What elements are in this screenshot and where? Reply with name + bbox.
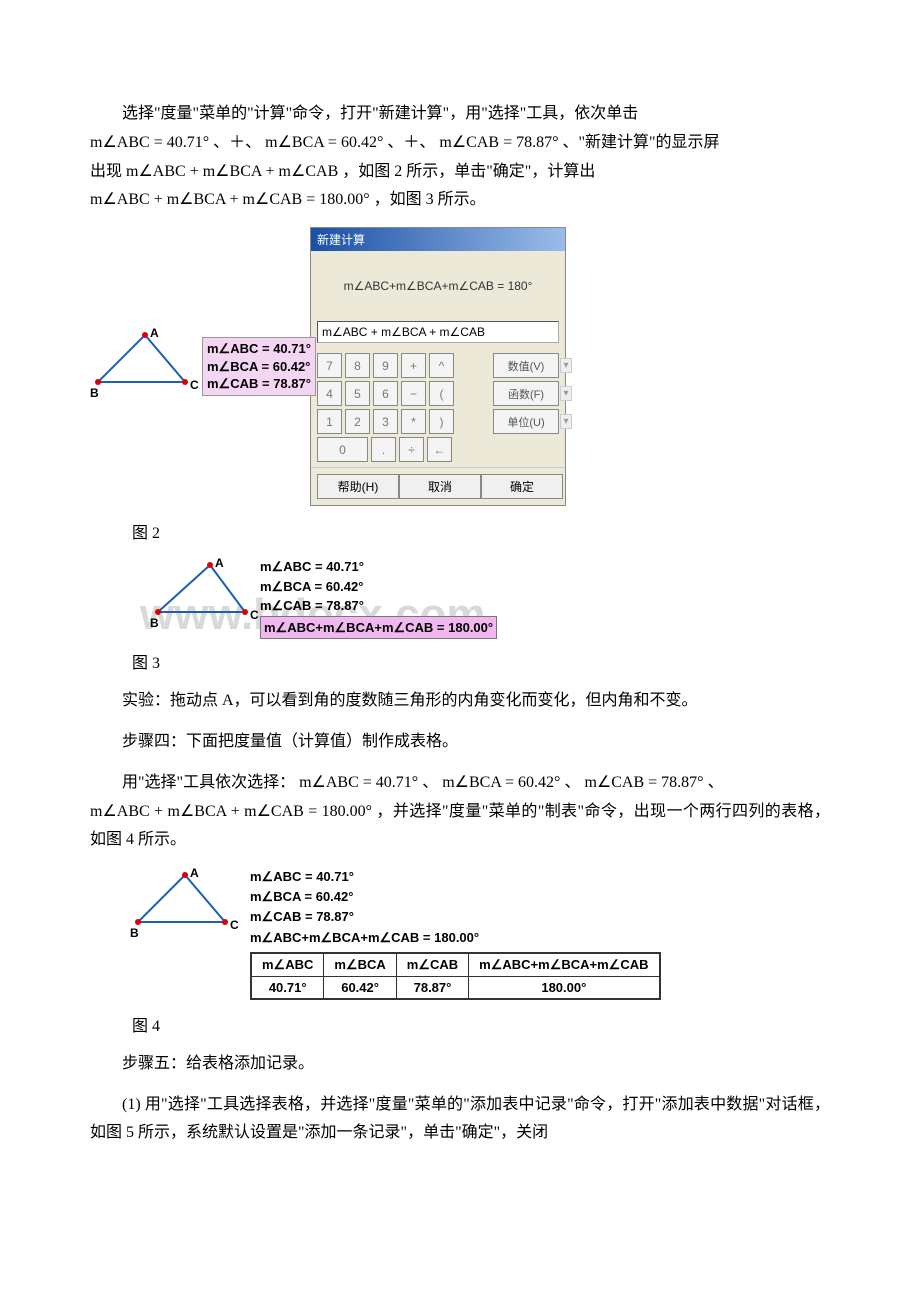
- key-2[interactable]: 2: [345, 409, 370, 434]
- key-7[interactable]: 7: [317, 353, 342, 378]
- side-buttons: 数值(V) 函数(F) 单位(U): [493, 353, 559, 465]
- key-8[interactable]: 8: [345, 353, 370, 378]
- key-1[interactable]: 1: [317, 409, 342, 434]
- p4-s2: 、: [564, 774, 580, 791]
- svg-text:B: B: [90, 386, 99, 400]
- svg-text:C: C: [190, 378, 199, 392]
- th-bca: m∠BCA: [324, 953, 396, 977]
- th-cab: m∠CAB: [396, 953, 468, 977]
- eq-sum-result: m∠ABC + m∠BCA + m∠CAB = 180.00°: [90, 191, 370, 208]
- svg-text:A: A: [150, 327, 159, 340]
- eq-bca: m∠BCA = 60.42°: [265, 134, 383, 151]
- svg-text:A: A: [190, 867, 199, 880]
- p4-a: 用"选择"工具依次选择：: [122, 774, 295, 791]
- p4-s1: 、: [422, 774, 438, 791]
- eq-abc: m∠ABC = 40.71°: [90, 134, 209, 151]
- meas-bca: m∠BCA = 60.42°: [207, 358, 311, 376]
- paragraph-1: 选择"度量"菜单的"计算"命令，打开"新建计算"，用"选择"工具，依次单击 m∠…: [90, 100, 830, 215]
- p1-text-a: 选择"度量"菜单的"计算"命令，打开"新建计算"，用"选择"工具，依次单击: [122, 105, 638, 122]
- meas-cab: m∠CAB = 78.87°: [207, 375, 311, 393]
- p4-e4: m∠ABC + m∠BCA + m∠CAB = 180.00°: [90, 803, 372, 820]
- key-lparen[interactable]: (: [429, 381, 454, 406]
- key-rparen[interactable]: ): [429, 409, 454, 434]
- paragraph-6: (1) 用"选择"工具选择表格，并选择"度量"菜单的"添加表中记录"命令，打开"…: [90, 1091, 830, 1149]
- fig4-abc: m∠ABC = 40.71°: [250, 867, 830, 887]
- p1-text-b: 、"新建计算"的显示屏: [562, 134, 719, 151]
- svg-text:B: B: [130, 926, 139, 940]
- key-5[interactable]: 5: [345, 381, 370, 406]
- key-plus[interactable]: +: [401, 353, 426, 378]
- svg-text:C: C: [250, 608, 259, 622]
- key-4[interactable]: 4: [317, 381, 342, 406]
- td-cab: 78.87°: [396, 976, 468, 999]
- p1-text-d: ，如图 2 所示，单击"确定"，计算出: [342, 163, 595, 180]
- calc-display: m∠ABC+m∠BCA+m∠CAB = 180°: [311, 251, 565, 321]
- p4-e2: m∠BCA = 60.42°: [442, 774, 560, 791]
- key-caret[interactable]: ^: [429, 353, 454, 378]
- triangle-svg-4: A B C: [130, 867, 245, 942]
- td-bca: 60.42°: [324, 976, 396, 999]
- fig4-cab: m∠CAB = 78.87°: [250, 907, 830, 927]
- p4-e3: m∠CAB = 78.87°: [584, 774, 703, 791]
- triangle-svg-3: A B C: [150, 557, 260, 632]
- fig3-cab: m∠CAB = 78.87°: [260, 596, 830, 616]
- key-div[interactable]: ÷: [399, 437, 424, 462]
- paragraph-4: 用"选择"工具依次选择： m∠ABC = 40.71° 、 m∠BCA = 60…: [90, 769, 830, 855]
- fig4-sum: m∠ABC+m∠BCA+m∠CAB = 180.00°: [250, 928, 830, 948]
- keypad: 7 8 9 + ^ 4 5 6 − ( 1 2: [311, 349, 565, 467]
- paragraph-experiment: 实验：拖动点 A，可以看到角的度数随三角形的内角变化而变化，但内角和不变。: [90, 687, 830, 716]
- svg-text:B: B: [150, 616, 159, 630]
- figure-2: A B C m∠ABC = 40.71° m∠BCA = 60.42° m∠CA…: [90, 227, 830, 507]
- key-0[interactable]: 0: [317, 437, 368, 462]
- p1-text-e: ，如图 3 所示。: [374, 191, 486, 208]
- caption-4: 图 4: [132, 1012, 830, 1036]
- fig3-bca: m∠BCA = 60.42°: [260, 577, 830, 597]
- measurement-box: m∠ABC = 40.71° m∠BCA = 60.42° m∠CAB = 78…: [202, 337, 316, 396]
- sep2: 、＋、: [387, 134, 435, 151]
- meas-abc: m∠ABC = 40.71°: [207, 340, 311, 358]
- p4-s3: 、: [708, 774, 724, 791]
- td-sum: 180.00°: [469, 976, 660, 999]
- td-abc: 40.71°: [251, 976, 324, 999]
- caption-2: 图 2: [132, 519, 830, 543]
- key-minus[interactable]: −: [401, 381, 426, 406]
- triangle-svg: A B C: [90, 327, 210, 407]
- key-6[interactable]: 6: [373, 381, 398, 406]
- fig3-abc: m∠ABC = 40.71°: [260, 557, 830, 577]
- svg-text:C: C: [230, 918, 239, 932]
- functions-button[interactable]: 函数(F): [493, 381, 559, 406]
- calc-input[interactable]: m∠ABC + m∠BCA + m∠CAB: [317, 321, 559, 343]
- paragraph-step4: 步骤四：下面把度量值（计算值）制作成表格。: [90, 728, 830, 757]
- key-9[interactable]: 9: [373, 353, 398, 378]
- help-button[interactable]: 帮助(H): [317, 474, 399, 499]
- triangle-block: A B C m∠ABC = 40.71° m∠BCA = 60.42° m∠CA…: [90, 327, 290, 507]
- key-3[interactable]: 3: [373, 409, 398, 434]
- p4-e1: m∠ABC = 40.71°: [299, 774, 418, 791]
- p1-text-c: 出现: [90, 163, 122, 180]
- fig3-sum-highlight: m∠ABC+m∠BCA+m∠CAB = 180.00°: [260, 616, 497, 640]
- sep1: 、＋、: [213, 134, 261, 151]
- key-back[interactable]: ←: [427, 437, 452, 462]
- key-dot[interactable]: .: [371, 437, 396, 462]
- units-button[interactable]: 单位(U): [493, 409, 559, 434]
- paragraph-step5: 步骤五：给表格添加记录。: [90, 1050, 830, 1079]
- figure-3: A B C m∠ABC = 40.71° m∠BCA = 60.42° m∠CA…: [150, 557, 830, 637]
- cancel-button[interactable]: 取消: [399, 474, 481, 499]
- eq-sum: m∠ABC + m∠BCA + m∠CAB: [126, 163, 338, 180]
- figure-4: A B C m∠ABC = 40.71° m∠BCA = 60.42° m∠CA…: [130, 867, 830, 1000]
- key-mult[interactable]: *: [401, 409, 426, 434]
- eq-cab: m∠CAB = 78.87°: [439, 134, 558, 151]
- ok-button[interactable]: 确定: [481, 474, 563, 499]
- angle-table: m∠ABC m∠BCA m∠CAB m∠ABC+m∠BCA+m∠CAB 40.7…: [250, 952, 661, 1000]
- calc-dialog-title: 新建计算: [311, 228, 565, 251]
- caption-3: 图 3: [132, 649, 830, 673]
- keys-grid: 7 8 9 + ^ 4 5 6 − ( 1 2: [317, 353, 487, 465]
- dialog-buttons: 帮助(H) 取消 确定: [311, 467, 565, 505]
- th-sum: m∠ABC+m∠BCA+m∠CAB: [469, 953, 660, 977]
- values-button[interactable]: 数值(V): [493, 353, 559, 378]
- fig4-bca: m∠BCA = 60.42°: [250, 887, 830, 907]
- th-abc: m∠ABC: [251, 953, 324, 977]
- svg-text:A: A: [215, 557, 224, 570]
- calc-dialog: 新建计算 m∠ABC+m∠BCA+m∠CAB = 180° m∠ABC + m∠…: [310, 227, 566, 506]
